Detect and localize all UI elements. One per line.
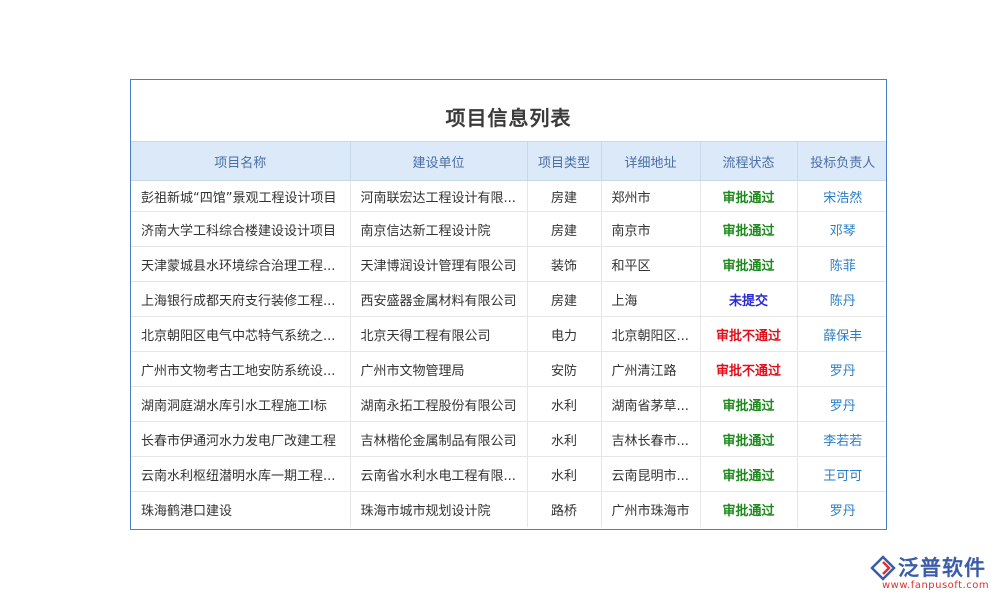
company-logo: 泛普软件 www.fanpusoft.com [868,552,996,594]
cell-address: 郑州市 [601,180,701,212]
cell-project-name[interactable]: 珠海鹤港口建设 [131,491,351,527]
cell-status: 审批不通过 [700,316,798,352]
table-row[interactable]: 广州市文物考古工地安防系统设... 广州市文物管理局 安防 广州清江路 审批不通过 罗丹 [131,351,886,387]
table-row[interactable]: 湖南洞庭湖水库引水工程施工I标 湖南永拓工程股份有限公司 水利 湖南省茅草... 审批通… [131,386,886,422]
cell-person[interactable]: 宋浩然 [797,180,886,212]
cell-status: 审批通过 [700,211,798,247]
cell-address: 广州市珠海市 [601,491,701,527]
cell-person[interactable]: 陈菲 [797,246,886,282]
project-list-panel: 项目信息列表 项目名称 建设单位 项目类型 详细地址 流程状态 投标负责人 彭祖… [130,79,887,530]
cell-person[interactable]: 李若若 [797,421,886,457]
cell-project-name[interactable]: 云南水利枢纽潜明水库一期工程... [131,456,351,492]
cell-address: 北京朝阳区... [601,316,701,352]
cell-project-name[interactable]: 天津蒙城县水环境综合治理工程... [131,246,351,282]
table-row[interactable]: 长春市伊通河水力发电厂改建工程 吉林楷伦金属制品有限公司 水利 吉林长春市... 审批通… [131,421,886,457]
col-header-person[interactable]: 投标负责人 [797,141,886,181]
col-header-address[interactable]: 详细地址 [601,141,701,181]
cell-address: 和平区 [601,246,701,282]
panel-title: 项目信息列表 [445,106,572,130]
cell-person[interactable]: 罗丹 [797,492,886,527]
cell-address: 南京市 [601,211,701,247]
table-header-row: 项目名称 建设单位 项目类型 详细地址 流程状态 投标负责人 [131,141,886,181]
cell-construction-unit: 南京信达新工程设计院 [350,211,528,247]
col-header-construction-unit[interactable]: 建设单位 [350,141,528,181]
logo-name: 泛普软件 [898,556,986,580]
col-header-project-name[interactable]: 项目名称 [131,141,351,181]
cell-person[interactable]: 王可可 [797,456,886,492]
cell-address: 广州清江路 [601,351,701,387]
cell-person[interactable]: 陈丹 [797,281,886,317]
cell-project-name[interactable]: 广州市文物考古工地安防系统设... [131,351,351,387]
table-row[interactable]: 济南大学工科综合楼建设设计项目 南京信达新工程设计院 房建 南京市 审批通过 邓琴 [131,211,886,247]
table-row[interactable]: 珠海鹤港口建设 珠海市城市规划设计院 路桥 广州市珠海市 审批通过 罗丹 [131,491,886,527]
cell-construction-unit: 珠海市城市规划设计院 [350,491,528,527]
cell-address: 湖南省茅草... [601,386,701,422]
cell-project-type: 水利 [527,456,602,492]
table-row[interactable]: 北京朝阳区电气中芯特气系统之... 北京天得工程有限公司 电力 北京朝阳区... 审批不… [131,316,886,352]
cell-status: 审批通过 [700,421,798,457]
cell-project-type: 房建 [527,281,602,317]
project-table: 项目名称 建设单位 项目类型 详细地址 流程状态 投标负责人 彭祖新城“四馆”景… [131,141,886,527]
cell-construction-unit: 河南联宏达工程设计有限... [350,180,528,212]
cell-construction-unit: 西安盛器金属材料有限公司 [350,281,528,317]
cell-construction-unit: 吉林楷伦金属制品有限公司 [350,421,528,457]
cell-construction-unit: 湖南永拓工程股份有限公司 [350,386,528,422]
cell-status: 审批通过 [700,180,798,212]
cell-project-type: 水利 [527,421,602,457]
cell-construction-unit: 北京天得工程有限公司 [350,316,528,352]
cell-status: 未提交 [700,281,798,317]
cell-address: 上海 [601,281,701,317]
cell-project-type: 房建 [527,211,602,247]
cell-status: 审批通过 [700,246,798,282]
cell-project-type: 电力 [527,316,602,352]
cell-address: 吉林长春市... [601,421,701,457]
cell-project-type: 装饰 [527,246,602,282]
cell-status: 审批通过 [700,491,798,527]
cell-construction-unit: 天津博润设计管理有限公司 [350,246,528,282]
cell-construction-unit: 云南省水利水电工程有限... [350,456,528,492]
table-row[interactable]: 上海银行成都天府支行装修工程... 西安盛器金属材料有限公司 房建 上海 未提交 陈丹 [131,281,886,317]
cell-person[interactable]: 邓琴 [797,211,886,247]
table-row[interactable]: 天津蒙城县水环境综合治理工程... 天津博润设计管理有限公司 装饰 和平区 审批通过 陈菲 [131,246,886,282]
cell-person[interactable]: 罗丹 [797,386,886,422]
cell-project-name[interactable]: 上海银行成都天府支行装修工程... [131,281,351,317]
cell-status: 审批通过 [700,456,798,492]
cell-project-type: 房建 [527,180,602,212]
cell-project-name[interactable]: 济南大学工科综合楼建设设计项目 [131,211,351,247]
cell-address: 云南昆明市... [601,456,701,492]
table-body: 彭祖新城“四馆”景观工程设计项目 河南联宏达工程设计有限... 房建 郑州市 审批通过宋… [131,180,886,527]
col-header-status[interactable]: 流程状态 [700,141,798,181]
col-header-project-type[interactable]: 项目类型 [527,141,602,181]
table-row[interactable]: 云南水利枢纽潜明水库一期工程... 云南省水利水电工程有限... 水利 云南昆明市..… [131,456,886,492]
cell-project-name[interactable]: 彭祖新城“四馆”景观工程设计项目 [131,180,351,212]
cell-project-type: 水利 [527,386,602,422]
cell-person[interactable]: 薛保丰 [797,316,886,352]
cell-status: 审批通过 [700,386,798,422]
cell-project-name[interactable]: 北京朝阳区电气中芯特气系统之... [131,316,351,352]
fanpu-logo-icon [870,555,896,581]
logo-url: www.fanpusoft.com [882,580,990,591]
cell-status: 审批不通过 [700,351,798,387]
table-row[interactable]: 彭祖新城“四馆”景观工程设计项目 河南联宏达工程设计有限... 房建 郑州市 审批通过宋… [131,180,886,212]
cell-project-type: 路桥 [527,491,602,527]
cell-project-type: 安防 [527,351,602,387]
cell-person[interactable]: 罗丹 [797,351,886,387]
cell-project-name[interactable]: 湖南洞庭湖水库引水工程施工I标 [131,386,351,422]
cell-construction-unit: 广州市文物管理局 [350,351,528,387]
cell-project-name[interactable]: 长春市伊通河水力发电厂改建工程 [131,421,351,457]
